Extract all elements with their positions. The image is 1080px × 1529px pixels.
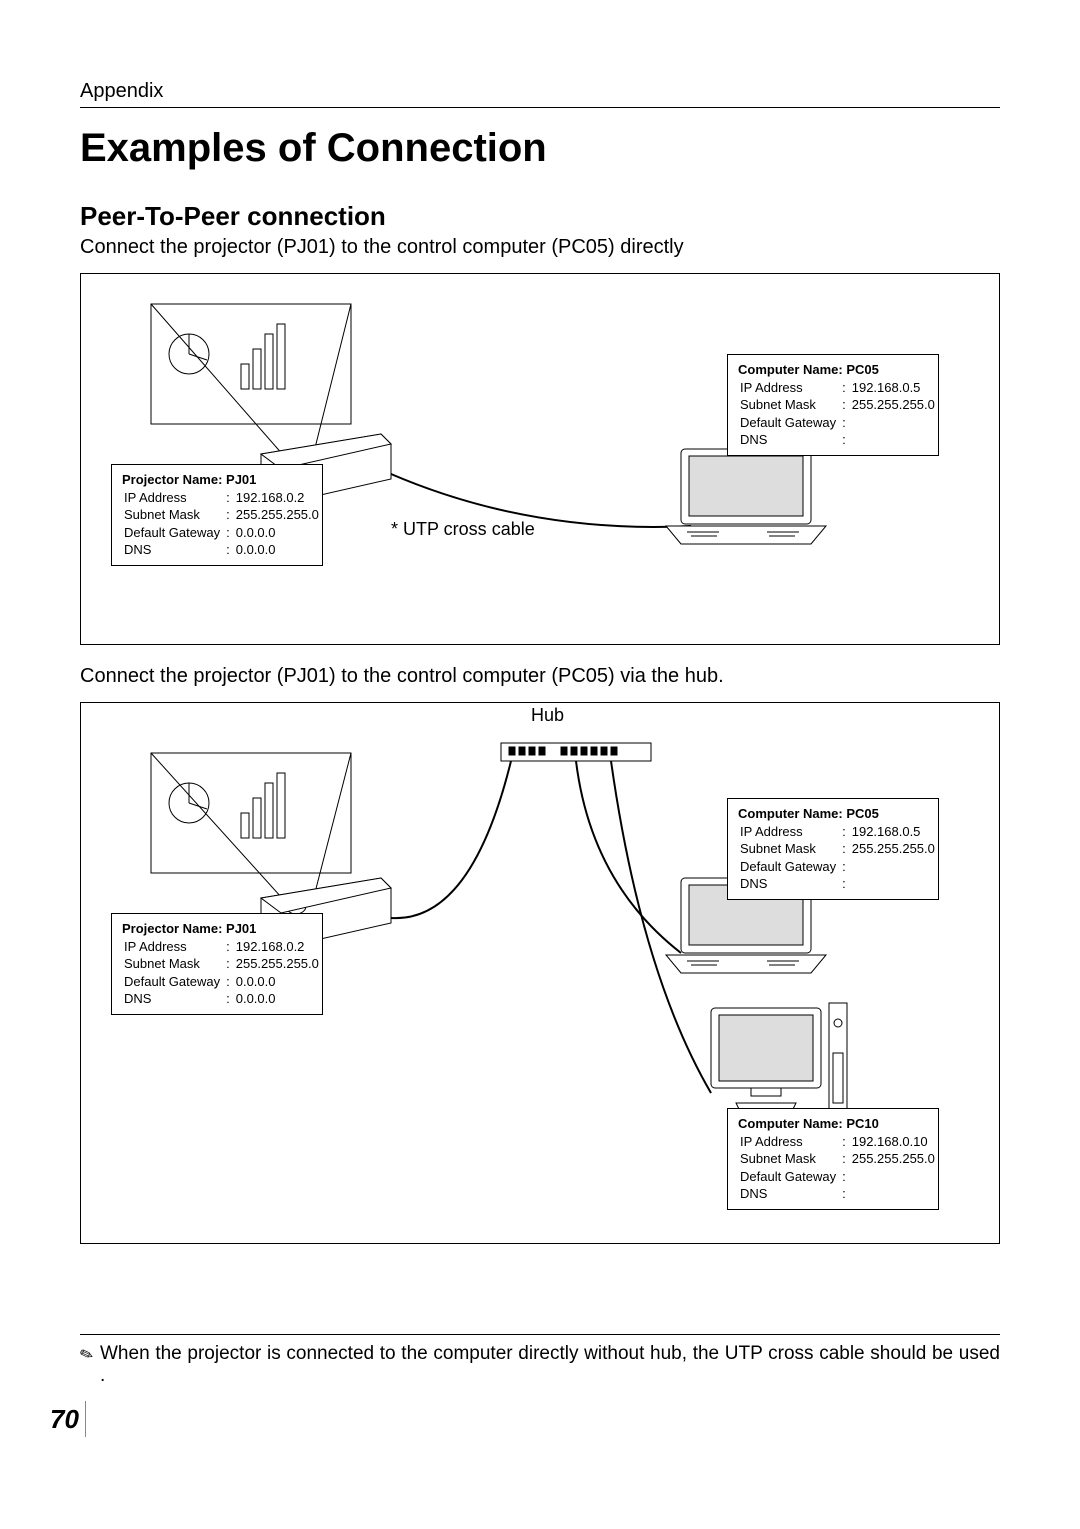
footnote: ✎ When the projector is connected to the… [100,1343,1000,1387]
section-title: Peer-To-Peer connection [80,201,1000,232]
footnote-rule [80,1334,1000,1335]
diagram-peer-to-peer: Projector Name: PJ01 IP Address:192.168.… [80,273,1000,645]
pc10-info-box: Computer Name: PC10 IP Address:192.168.0… [727,1108,939,1210]
projector-name-2: Projector Name: PJ01 [122,920,312,938]
diagram-via-hub: Hub Projector Name: PJ01 IP Address:192.… [80,702,1000,1244]
page-header: Appendix [80,80,1000,108]
pc10-name: Computer Name: PC10 [738,1115,928,1133]
page-number: 70 [50,1401,86,1437]
page-title: Examples of Connection [80,126,1000,171]
projector-name: Projector Name: PJ01 [122,471,312,489]
computer-info-table: IP Address:192.168.0.5 Subnet Mask:255.2… [738,379,937,449]
description-2: Connect the projector (PJ01) to the cont… [80,665,1000,688]
projector-info-box-2: Projector Name: PJ01 IP Address:192.168.… [111,913,323,1015]
pc10-info-table: IP Address:192.168.0.10 Subnet Mask:255.… [738,1133,937,1203]
projector-info-table-2: IP Address:192.168.0.2 Subnet Mask:255.2… [122,938,321,1008]
projector-info-box: Projector Name: PJ01 IP Address:192.168.… [111,464,323,566]
footnote-text: When the projector is connected to the c… [100,1343,1000,1386]
projector-info-table: IP Address:192.168.0.2 Subnet Mask:255.2… [122,489,321,559]
pencil-icon: ✎ [77,1343,96,1366]
pc05-info-table: IP Address:192.168.0.5 Subnet Mask:255.2… [738,823,937,893]
description-1: Connect the projector (PJ01) to the cont… [80,236,1000,259]
hub-label: Hub [531,705,564,726]
cable-label: * UTP cross cable [391,519,535,540]
appendix-label: Appendix [80,80,163,102]
computer-info-box: Computer Name: PC05 IP Address:192.168.0… [727,354,939,456]
pc05-info-box: Computer Name: PC05 IP Address:192.168.0… [727,798,939,900]
pc05-name: Computer Name: PC05 [738,805,928,823]
computer-name: Computer Name: PC05 [738,361,928,379]
